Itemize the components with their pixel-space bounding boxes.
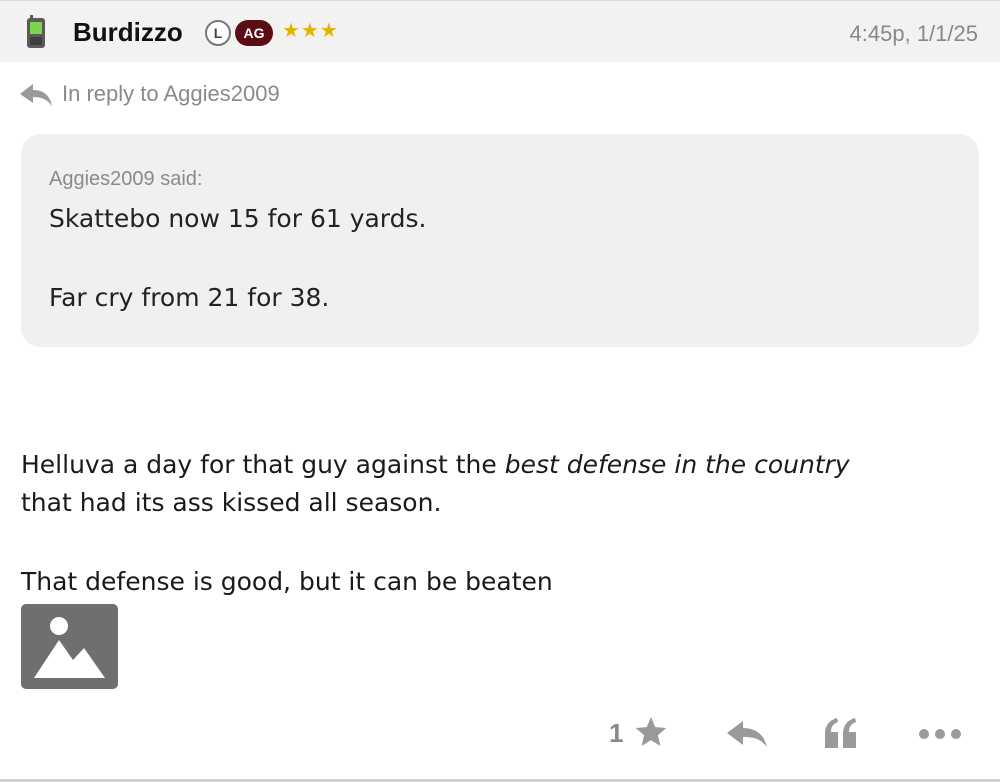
- post-footer: 1: [0, 708, 1000, 758]
- quote-block: Aggies2009 said: Skattebo now 15 for 61 …: [21, 134, 979, 347]
- reply-arrow-icon: [20, 84, 52, 106]
- more-icon[interactable]: [918, 728, 962, 740]
- phone-icon: [27, 15, 45, 48]
- quote-line-2: Far cry from 21 for 38.: [49, 283, 330, 312]
- post-body-line-3: That defense is good, but it can be beat…: [21, 567, 553, 596]
- image-placeholder-icon: [34, 617, 105, 678]
- quote-author[interactable]: Aggies2009 said:: [49, 168, 202, 191]
- post-header: Burdizzo L AG ★★★ 4:45p, 1/1/25: [0, 0, 1000, 62]
- post-body-italic: best defense in the country: [504, 450, 850, 479]
- post-body-text: Helluva a day for that guy against the: [21, 450, 505, 479]
- author-name[interactable]: Burdizzo: [73, 17, 183, 48]
- badge-l: L: [205, 20, 231, 46]
- like-count: 1: [609, 718, 624, 748]
- image-placeholder[interactable]: [21, 604, 118, 689]
- quote-line-1: Skattebo now 15 for 61 yards.: [49, 204, 427, 233]
- quote-icon[interactable]: [823, 717, 859, 749]
- in-reply-to-text: In reply to Aggies2009: [62, 81, 280, 106]
- star-icon[interactable]: [634, 715, 668, 749]
- team-badge-ag: AG: [235, 20, 273, 46]
- post-body-line-1: Helluva a day for that guy against the b…: [21, 450, 850, 479]
- reply-icon[interactable]: [727, 720, 767, 748]
- post-body-line-2: that had its ass kissed all season.: [21, 488, 442, 517]
- rank-stars: ★★★: [282, 18, 339, 42]
- post-timestamp[interactable]: 4:45p, 1/1/25: [850, 21, 978, 47]
